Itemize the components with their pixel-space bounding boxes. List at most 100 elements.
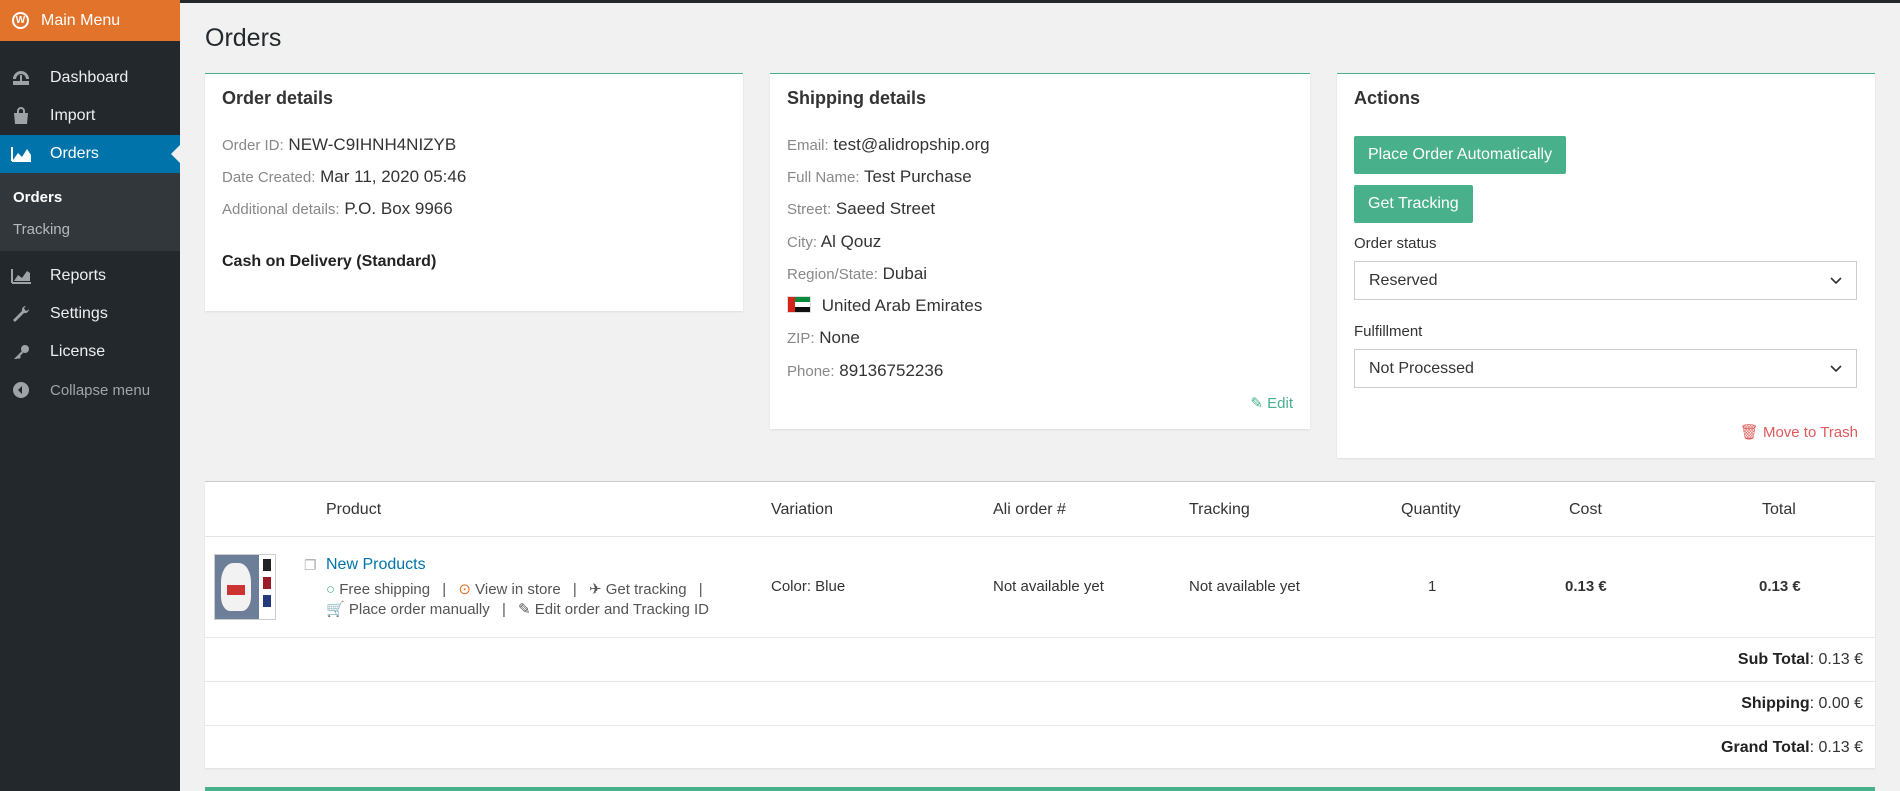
full-name-label: Full Name:	[787, 169, 860, 186]
date-created-label: Date Created:	[222, 169, 316, 186]
product-actions-line1: ○ Free shipping | ⊙ View in store | ✈ Ge…	[326, 581, 703, 598]
product-name-link[interactable]: New Products	[326, 556, 426, 574]
shipping-details-card: Shipping details Email: test@alidropship…	[770, 73, 1310, 429]
fulfillment-value: Not Processed	[1369, 359, 1474, 377]
order-details-title: Order details	[222, 88, 334, 108]
street-field: Street: Saeed Street	[787, 199, 935, 219]
order-status-value: Reserved	[1369, 271, 1438, 289]
order-id-label: Order ID:	[222, 137, 284, 154]
sidebar-item-reports[interactable]: Reports	[0, 257, 180, 295]
delivery-method: Cash on Delivery (Standard)	[222, 253, 437, 270]
zip-value: None	[819, 328, 860, 347]
move-to-trash-label: Move to Trash	[1762, 424, 1858, 441]
sidebar-item-label: Settings	[50, 305, 108, 322]
place-order-manually-link[interactable]: Place order manually	[349, 601, 490, 618]
next-section-border	[205, 787, 1875, 791]
region-value: Dubai	[882, 264, 928, 283]
zip-label: ZIP:	[787, 330, 815, 347]
sidebar-item-label: Dashboard	[50, 69, 129, 86]
date-created-value: Mar 11, 2020 05:46	[320, 167, 467, 186]
edit-order-tracking-link[interactable]: Edit order and Tracking ID	[535, 601, 709, 618]
dashboard-icon	[10, 69, 32, 87]
email-value: test@alidropship.org	[833, 135, 990, 154]
order-id-value: NEW-C9IHNH4NIZYB	[288, 135, 457, 154]
phone-field: Phone: 89136752236	[787, 361, 943, 381]
submenu-item-orders[interactable]: Orders	[0, 181, 180, 213]
region-label: Region/State:	[787, 266, 878, 283]
cost-value: 0.13 €	[1565, 578, 1607, 595]
admin-sidebar: W Main Menu Dashboard Import Orders Orde…	[0, 0, 180, 791]
edit-label: Edit	[1267, 395, 1293, 412]
variation-value: Color: Blue	[771, 578, 846, 595]
free-shipping-label: Free shipping	[339, 581, 431, 598]
sidebar-item-settings[interactable]: Settings	[0, 295, 180, 333]
trash-icon: 🗑	[1739, 424, 1759, 441]
page-title: Orders	[205, 24, 282, 52]
quantity-value: 1	[1428, 578, 1437, 595]
edit-icon: ✎	[518, 601, 531, 618]
chevron-down-icon	[1830, 272, 1842, 290]
phone-value: 89136752236	[839, 361, 944, 380]
copy-icon[interactable]: ❐	[304, 557, 317, 574]
sidebar-item-license[interactable]: License	[0, 333, 180, 371]
grand-total-row: Grand Total: 0.13 €	[205, 726, 1875, 770]
product-actions-line2: 🛒 Place order manually | ✎ Edit order an…	[326, 601, 710, 618]
pencil-icon: ✎	[1250, 395, 1263, 412]
sidebar-item-label: Orders	[50, 145, 99, 162]
tracking-value: Not available yet	[1189, 578, 1300, 595]
shipping-total-label: Shipping	[1741, 695, 1810, 712]
additional-details-field: Additional details: P.O. Box 9966	[222, 199, 453, 219]
reports-icon	[10, 267, 32, 285]
wordpress-logo-icon: W	[12, 12, 29, 29]
sidebar-item-orders[interactable]: Orders	[0, 135, 180, 173]
grand-total-label: Grand Total	[1721, 739, 1810, 756]
collapse-arrow-icon	[10, 381, 32, 399]
city-label: City:	[787, 234, 817, 251]
move-to-trash-link[interactable]: 🗑 Move to Trash	[1740, 423, 1858, 441]
uae-flag-icon	[787, 296, 811, 313]
table-row: ❐ New Products ○ Free shipping | ⊙ View …	[205, 537, 1875, 638]
actions-title: Actions	[1354, 88, 1421, 108]
street-value: Saeed Street	[835, 199, 936, 218]
view-in-store-link[interactable]: View in store	[475, 581, 561, 598]
header-total: Total	[1762, 501, 1796, 518]
free-shipping-icon: ○	[326, 581, 336, 598]
get-tracking-link[interactable]: Get tracking	[606, 581, 687, 598]
header-ali-order: Ali order #	[993, 501, 1066, 518]
additional-details-value: P.O. Box 9966	[344, 199, 453, 218]
product-thumbnail[interactable]	[214, 554, 276, 620]
chevron-down-icon	[1830, 360, 1842, 378]
edit-shipping-link[interactable]: ✎ Edit	[1250, 394, 1293, 412]
actions-card: Actions Place Order Automatically Get Tr…	[1337, 73, 1875, 458]
grand-total-value: : 0.13 €	[1809, 739, 1863, 756]
table-header: Product Variation Ali order # Tracking Q…	[205, 482, 1875, 537]
wrench-icon	[10, 305, 32, 323]
order-id-field: Order ID: NEW-C9IHNH4NIZYB	[222, 135, 456, 155]
collapse-menu-label: Collapse menu	[50, 381, 151, 399]
collapse-menu-button[interactable]: Collapse menu	[0, 371, 180, 409]
main-menu-button[interactable]: W Main Menu	[0, 0, 180, 41]
street-label: Street:	[787, 201, 832, 218]
cart-icon: 🛒	[326, 601, 345, 618]
full-name-field: Full Name: Test Purchase	[787, 167, 972, 187]
sidebar-item-label: Import	[50, 107, 96, 124]
shipping-total-value: : 0.00 €	[1809, 695, 1863, 712]
order-status-label: Order status	[1354, 235, 1437, 252]
submenu-item-tracking[interactable]: Tracking	[0, 213, 180, 245]
shipping-row: Shipping: 0.00 €	[205, 682, 1875, 726]
sidebar-item-import[interactable]: Import	[0, 97, 180, 135]
place-order-automatically-button[interactable]: Place Order Automatically	[1354, 136, 1567, 174]
sidebar-item-dashboard[interactable]: Dashboard	[0, 59, 180, 97]
fulfillment-select[interactable]: Not Processed	[1354, 349, 1857, 388]
ali-order-value: Not available yet	[993, 578, 1104, 595]
main-menu-label: Main Menu	[41, 11, 121, 29]
additional-details-label: Additional details:	[222, 201, 340, 218]
admin-topbar	[0, 0, 1900, 3]
order-status-select[interactable]: Reserved	[1354, 261, 1857, 300]
shipping-details-title: Shipping details	[787, 88, 927, 108]
get-tracking-button[interactable]: Get Tracking	[1354, 185, 1473, 223]
plane-icon: ✈	[588, 581, 602, 598]
city-field: City: Al Qouz	[787, 232, 881, 252]
subtotal-label: Sub Total	[1737, 651, 1810, 668]
subtotal-row: Sub Total: 0.13 €	[205, 638, 1875, 682]
